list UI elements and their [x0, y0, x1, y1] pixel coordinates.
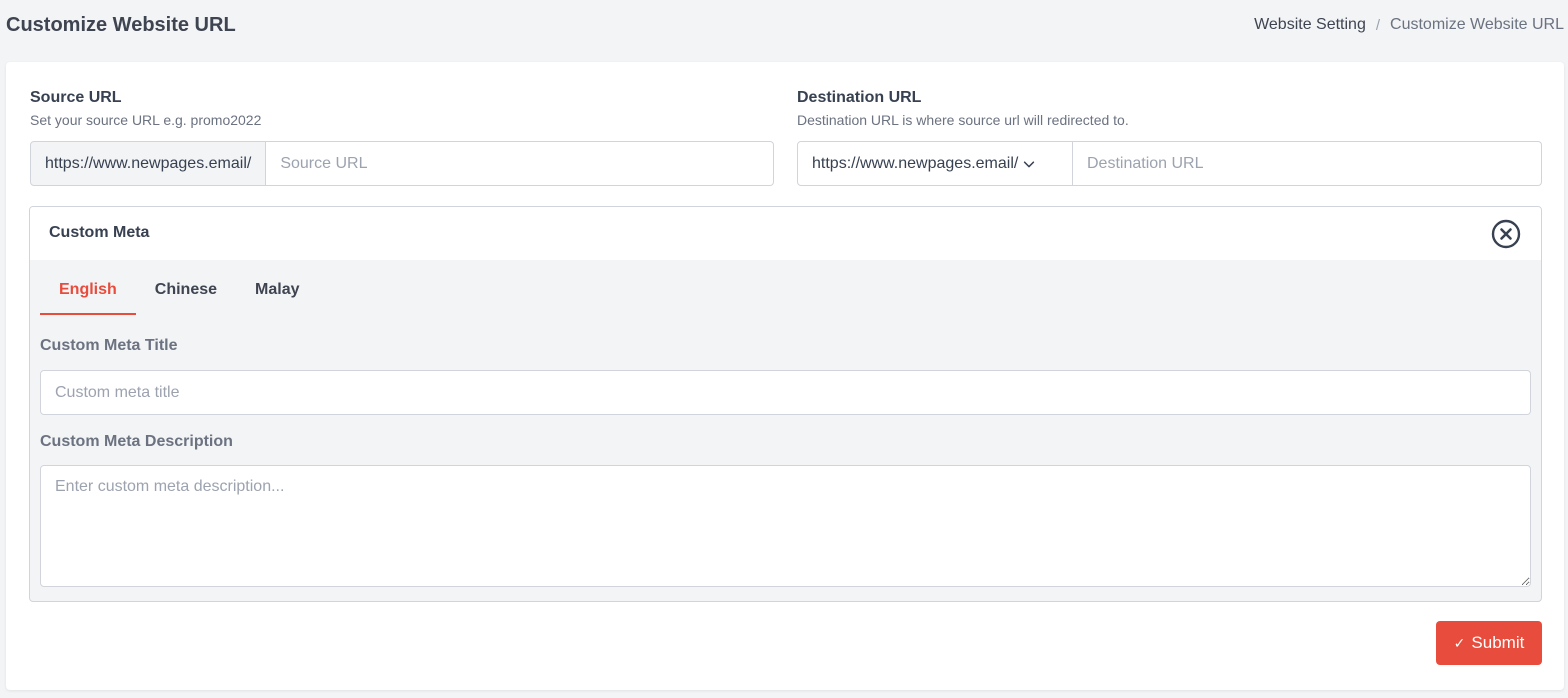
- source-url-input-group: https://www.newpages.email/: [30, 141, 774, 186]
- meta-title-label: Custom Meta Title: [40, 337, 178, 354]
- custom-meta-title: Custom Meta: [49, 224, 150, 241]
- breadcrumb-item-website-setting[interactable]: Website Setting: [1254, 16, 1366, 34]
- source-url-help: Set your source URL e.g. promo2022: [30, 112, 262, 128]
- source-url-label: Source URL: [30, 89, 122, 106]
- meta-description-label: Custom Meta Description: [40, 433, 233, 450]
- tab-malay[interactable]: Malay: [236, 260, 318, 315]
- destination-prefix-value: https://www.newpages.email/: [812, 154, 1019, 172]
- circle-x-icon[interactable]: [1491, 219, 1521, 249]
- language-tabs: English Chinese Malay: [40, 260, 319, 315]
- breadcrumb-separator: /: [1375, 16, 1381, 34]
- meta-title-input[interactable]: [40, 370, 1531, 415]
- tab-chinese[interactable]: Chinese: [136, 260, 236, 315]
- check-icon: ✓: [1453, 634, 1466, 651]
- destination-prefix-select[interactable]: https://www.newpages.email/: [797, 141, 1073, 186]
- destination-url-label: Destination URL: [797, 89, 922, 106]
- tab-english[interactable]: English: [40, 260, 136, 315]
- custom-meta-panel: Custom Meta English Chinese Malay Custom…: [29, 206, 1542, 602]
- page-header: Customize Website URL Website Setting / …: [0, 0, 1568, 62]
- source-url-prefix: https://www.newpages.email/: [30, 141, 267, 186]
- page-title: Customize Website URL: [6, 14, 236, 36]
- submit-label: Submit: [1471, 633, 1525, 652]
- destination-url-help: Destination URL is where source url will…: [797, 112, 1129, 128]
- source-url-input[interactable]: [266, 141, 774, 186]
- custom-meta-header: Custom Meta: [30, 207, 1541, 260]
- chevron-down-icon: [1024, 160, 1035, 167]
- destination-url-input[interactable]: [1073, 141, 1542, 186]
- meta-description-textarea[interactable]: [40, 465, 1531, 587]
- submit-button[interactable]: ✓ Submit: [1436, 621, 1542, 665]
- form-card: Source URL Set your source URL e.g. prom…: [6, 62, 1564, 690]
- destination-url-group: Destination URL Destination URL is where…: [797, 88, 1542, 186]
- breadcrumb: Website Setting / Customize Website URL: [1254, 16, 1564, 34]
- destination-url-input-group: https://www.newpages.email/: [797, 141, 1542, 186]
- breadcrumb-item-current: Customize Website URL: [1390, 16, 1564, 33]
- source-url-group: Source URL Set your source URL e.g. prom…: [30, 88, 774, 186]
